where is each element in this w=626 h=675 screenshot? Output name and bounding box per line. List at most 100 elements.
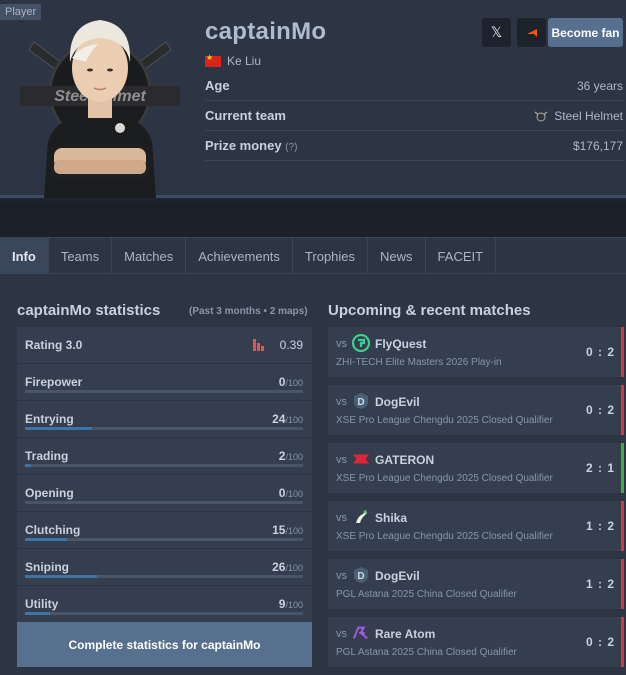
match-score: 1 : 2 [585, 519, 615, 533]
stat-value-max: /100 [285, 415, 303, 425]
result-indicator [621, 501, 624, 551]
result-indicator [621, 385, 624, 435]
age-value: 36 years [576, 78, 623, 93]
stat-row-entrying[interactable]: Entrying 24/100 [17, 401, 312, 438]
spacer [0, 201, 626, 237]
stats-period: (Past 3 months • 2 maps) [189, 306, 308, 317]
rating-value: 0.39 [279, 338, 303, 352]
stat-row-trading[interactable]: Trading 2/100 [17, 438, 312, 475]
match-item[interactable]: vs D DogEvil PGL Astana 2025 China Closed Q… [328, 559, 624, 609]
match-item[interactable]: vs GATERON XSE Pro League Chengdu 2025 Clo… [328, 443, 624, 493]
stat-name: Firepower [25, 375, 83, 389]
match-score: 2 : 1 [585, 461, 615, 475]
stat-bar-fill [25, 427, 92, 430]
event-name[interactable]: XSE Pro League Chengdu 2025 Closed Quali… [336, 531, 553, 542]
shika-logo-icon [352, 508, 370, 526]
realname-text: Ke Liu [227, 54, 262, 68]
stat-bar-fill [25, 538, 67, 541]
stat-value-max: /100 [285, 600, 303, 610]
stat-name: Opening [25, 486, 74, 500]
stat-value: 2/100 [279, 449, 303, 463]
stat-row-clutching[interactable]: Clutching 15/100 [17, 512, 312, 549]
stats-list: Rating 3.0 0.39 Firepower 0/100 Entrying 24… [17, 327, 312, 623]
stat-value: 0/100 [279, 375, 303, 389]
event-name[interactable]: PGL Astana 2025 China Closed Qualifier [336, 647, 517, 658]
match-score: 0 : 2 [585, 635, 615, 649]
tab-trophies[interactable]: Trophies [293, 238, 369, 274]
opponent-name[interactable]: GATERON [375, 453, 434, 467]
stat-value-number: 15 [272, 523, 286, 537]
match-item[interactable]: vs FlyQuest ZHI-TECH Elite Masters 2026 Pl… [328, 327, 624, 377]
stat-value: 9/100 [279, 597, 303, 611]
stat-row-rating[interactable]: Rating 3.0 0.39 [17, 327, 312, 364]
opponent-name[interactable]: Rare Atom [375, 627, 435, 641]
prize-hint[interactable]: (?) [285, 142, 297, 153]
team-row: Current team Steel Helmet [205, 101, 623, 131]
rating-chart-icon [253, 339, 265, 351]
result-indicator [621, 559, 624, 609]
tab-news[interactable]: News [368, 238, 426, 274]
vs-label: vs [336, 396, 347, 408]
opponent-name[interactable]: DogEvil [375, 569, 420, 583]
opponent-name[interactable]: FlyQuest [375, 337, 426, 351]
vs-label: vs [336, 570, 347, 582]
prize-row: Prize money (?) $176,177 [205, 131, 623, 161]
event-name[interactable]: XSE Pro League Chengdu 2025 Closed Quali… [336, 473, 553, 484]
vs-label: vs [336, 454, 347, 466]
x-icon[interactable]: 𝕏 [482, 18, 511, 47]
stat-bar-track [25, 464, 303, 467]
stat-bar-fill [25, 464, 31, 467]
opponent-name[interactable]: DogEvil [375, 395, 420, 409]
event-name[interactable]: ZHI-TECH Elite Masters 2026 Play-in [336, 357, 502, 368]
complete-statistics-button[interactable]: Complete statistics for captainMo [17, 622, 312, 667]
stat-row-utility[interactable]: Utility 9/100 [17, 586, 312, 623]
team-label: Current team [205, 108, 286, 123]
team-name: Steel Helmet [554, 108, 623, 123]
match-item[interactable]: vs Rare Atom PGL Astana 2025 China Closed … [328, 617, 624, 667]
stat-bar-fill [25, 612, 51, 615]
stat-value: 15/100 [272, 523, 303, 537]
matches-title: Upcoming & recent matches [328, 302, 531, 319]
match-item[interactable]: vs Shika XSE Pro League Chengdu 2025 Close… [328, 501, 624, 551]
social-links: 𝕏 [482, 18, 546, 47]
prize-label: Prize money (?) [205, 138, 297, 153]
tab-faceit[interactable]: FACEIT [426, 238, 497, 274]
team-link[interactable]: Steel Helmet [534, 109, 623, 123]
result-indicator [621, 443, 624, 493]
become-fan-button[interactable]: Become fan [548, 18, 623, 47]
tab-achievements[interactable]: Achievements [186, 238, 293, 274]
opponent-name[interactable]: Shika [375, 511, 407, 525]
age-row: Age 36 years [205, 71, 623, 101]
stat-name: Trading [25, 449, 69, 463]
stat-row-sniping[interactable]: Sniping 26/100 [17, 549, 312, 586]
stat-value: 26/100 [272, 560, 303, 574]
player-realname: Ke Liu [205, 53, 623, 68]
matches-list: vs FlyQuest ZHI-TECH Elite Masters 2026 Pl… [328, 327, 624, 675]
match-item[interactable]: vs D DogEvil XSE Pro League Chengdu 2025 Cl… [328, 385, 624, 435]
stat-bar-track [25, 390, 303, 393]
event-name[interactable]: PGL Astana 2025 China Closed Qualifier [336, 589, 517, 600]
dogevil-logo-icon: D [352, 566, 370, 584]
stat-value-max: /100 [285, 378, 303, 388]
svg-text:D: D [357, 571, 364, 582]
tab-matches[interactable]: Matches [112, 238, 187, 274]
dogevil-logo-icon: D [352, 392, 370, 410]
tab-teams[interactable]: Teams [49, 238, 113, 274]
china-flag-icon [205, 53, 221, 67]
match-score: 0 : 2 [585, 345, 615, 359]
stat-bar-fill [25, 575, 98, 578]
stat-name: Clutching [25, 523, 81, 537]
stat-name: Utility [25, 597, 59, 611]
stat-name: Sniping [25, 560, 69, 574]
rating-label: Rating 3.0 [25, 338, 83, 352]
player-photo: SteelHelmet [14, 2, 186, 198]
tab-info[interactable]: Info [0, 238, 49, 274]
result-indicator [621, 617, 624, 667]
player-tag: Player [0, 4, 42, 20]
event-name[interactable]: XSE Pro League Chengdu 2025 Closed Quali… [336, 415, 553, 426]
stat-row-opening[interactable]: Opening 0/100 [17, 475, 312, 512]
faceit-icon[interactable] [517, 18, 546, 47]
gateron-logo-icon [352, 450, 370, 468]
main-content: captainMo statistics (Past 3 months • 2 … [0, 274, 626, 675]
stat-row-firepower[interactable]: Firepower 0/100 [17, 364, 312, 401]
